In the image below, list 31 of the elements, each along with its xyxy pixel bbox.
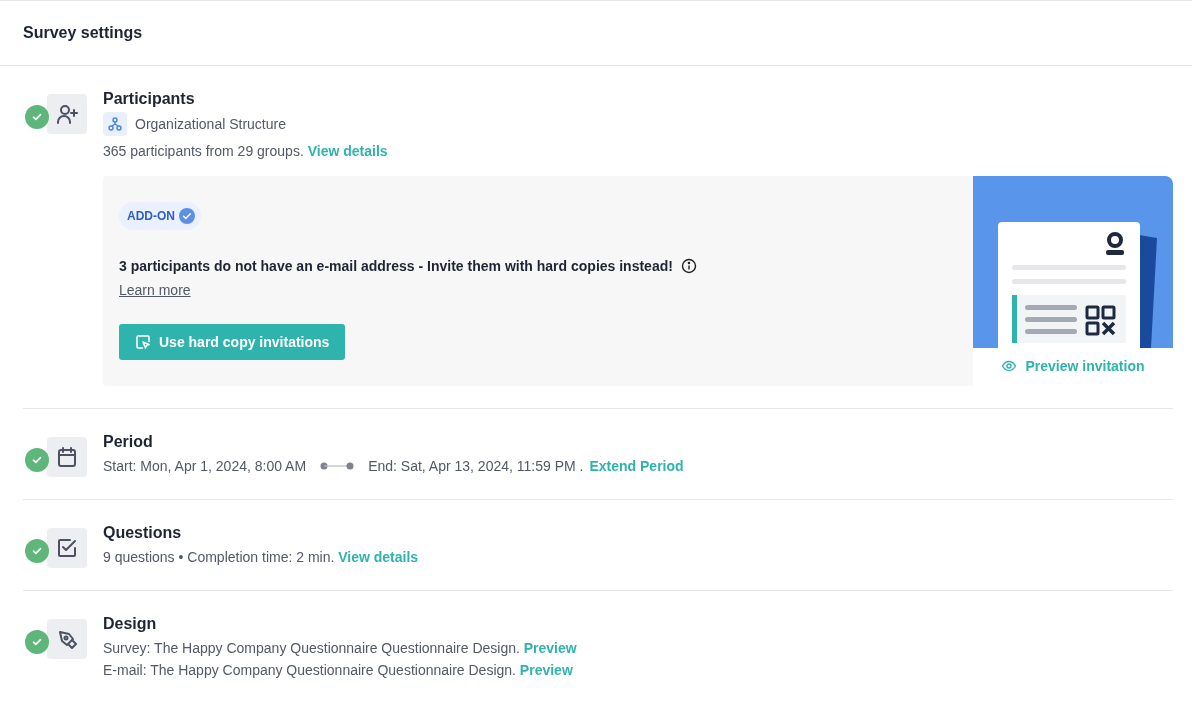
- add-user-icon: [47, 94, 87, 134]
- learn-more-link[interactable]: Learn more: [119, 282, 191, 298]
- info-icon: [680, 258, 697, 274]
- hierarchy-icon: [103, 112, 127, 136]
- section-title: Design: [103, 615, 158, 633]
- range-connector-icon: [320, 462, 355, 470]
- addon-message: 3 participants do not have an e-mail address - Invite them with hard copies instead!: [119, 258, 673, 274]
- section-title: Period: [103, 433, 154, 451]
- section-title: Questions: [103, 524, 183, 542]
- cursor-click-icon: [135, 334, 151, 350]
- section-title: Participants: [103, 90, 196, 108]
- section-detail: 9 questions • Completion time: 2 min. View details: [103, 548, 420, 567]
- calendar-icon: [47, 437, 87, 477]
- link[interactable]: Preview: [519, 662, 573, 678]
- extend-period-link[interactable]: Extend Period: [589, 455, 684, 477]
- source-label: Organizational Structure: [135, 116, 286, 132]
- link[interactable]: View details: [338, 549, 419, 565]
- preview-invitation-link[interactable]: Preview invitation: [973, 348, 1173, 374]
- start-date: Start: Mon, Apr 1, 2024, 8:00 AM: [103, 457, 307, 476]
- section-detail: Survey: The Happy Company Questionnaire Questionnaire Design. Preview: [103, 639, 578, 658]
- eye-icon: [1001, 358, 1018, 374]
- page-title: Survey settings: [23, 24, 143, 42]
- end-date: End: Sat, Apr 13, 2024, 11:59 PM .: [368, 457, 584, 476]
- section-detail: 365 participants from 29 groups. View details: [103, 142, 389, 161]
- hard-copy-button[interactable]: Use hard copy invitations: [119, 324, 346, 360]
- link[interactable]: View details: [307, 143, 388, 159]
- pen-icon: [47, 619, 87, 659]
- addon-badge: ADD-ON: [119, 202, 201, 230]
- checkbox-icon: [47, 528, 87, 568]
- section-detail: E-mail: The Happy Company Questionnaire Questionnaire Design. Preview: [103, 661, 574, 680]
- link[interactable]: Preview: [523, 640, 577, 656]
